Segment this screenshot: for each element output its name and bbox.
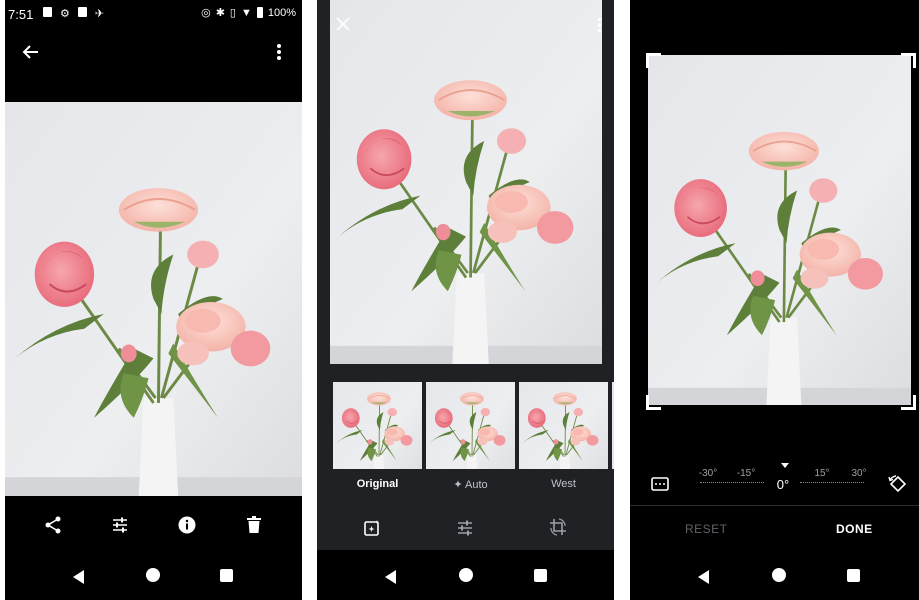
dial-current-angle: 0° — [776, 477, 790, 492]
filter-thumb-auto[interactable] — [426, 382, 515, 469]
close-button[interactable] — [333, 14, 353, 34]
photo[interactable] — [330, 0, 602, 364]
dial-tick-minus-30: -30° — [698, 468, 718, 479]
crop-handle-bottom-left[interactable] — [646, 395, 661, 410]
system-nav-bar — [317, 550, 614, 600]
edit-button[interactable] — [108, 513, 132, 537]
more-options-button[interactable] — [269, 40, 289, 64]
info-button[interactable] — [175, 513, 199, 537]
filter-thumb-original[interactable] — [333, 382, 422, 469]
battery-level: 100% — [267, 6, 296, 19]
editor-toolbar — [317, 500, 614, 550]
photo-viewer-screen: 7:51 ⚙ ✈ ◎ ✱ ▯ ▼ 100% — [5, 0, 302, 600]
sd-card-icon — [77, 7, 87, 17]
reset-button[interactable]: RESET — [685, 522, 728, 536]
adjust-tab[interactable] — [454, 517, 476, 539]
crop-handle-top-left[interactable] — [646, 53, 661, 68]
tune-icon — [458, 520, 472, 536]
dial-indicator — [781, 463, 789, 468]
nav-home-icon[interactable] — [459, 568, 473, 582]
system-nav-bar — [5, 550, 302, 600]
more-vert-icon — [277, 44, 281, 60]
share-icon — [45, 516, 61, 534]
crop-handle-top-right[interactable] — [901, 53, 916, 68]
filter-label-west: West — [551, 478, 576, 490]
done-button[interactable]: DONE — [836, 522, 873, 536]
crop-tab[interactable] — [546, 515, 570, 539]
back-arrow-icon — [22, 45, 38, 59]
back-button[interactable] — [19, 40, 43, 64]
delete-button[interactable] — [242, 513, 266, 537]
filter-thumb-partial[interactable] — [612, 382, 614, 469]
hotspot-icon: ◎ — [201, 7, 211, 19]
more-options-button[interactable] — [593, 14, 605, 36]
close-icon — [336, 17, 350, 31]
crop-area[interactable] — [648, 55, 911, 405]
filters-tab[interactable] — [361, 517, 383, 539]
dial-tick-30: 30° — [851, 468, 867, 479]
photo-editor-screen: Original ✦ Auto West — [317, 0, 614, 600]
crop-rotate-screen: -30° -15° 0° 15° 30° RESET DONE — [630, 0, 919, 600]
nav-home-icon[interactable] — [772, 568, 786, 582]
crop-rotate-icon — [550, 518, 566, 536]
airplane-icon: ✈ — [94, 8, 105, 20]
rotate-button[interactable] — [886, 472, 910, 496]
wifi-icon: ▼ — [240, 6, 252, 19]
dial-tick-minus-15: -15° — [736, 468, 756, 479]
nav-recents-icon[interactable] — [847, 569, 860, 582]
status-bar: 7:51 ⚙ ✈ ◎ ✱ ▯ ▼ 100% — [5, 0, 302, 28]
settings-notification-icon: ⚙ — [60, 8, 70, 20]
aspect-ratio-icon — [651, 477, 669, 491]
rotate-icon — [888, 475, 907, 493]
sparkle-icon: ✦ — [453, 479, 466, 491]
nav-back-icon[interactable] — [385, 570, 396, 584]
filter-thumb-west[interactable] — [519, 382, 608, 469]
gallery-notification-icon — [43, 7, 52, 17]
tune-icon — [113, 517, 127, 533]
nav-home-icon[interactable] — [146, 568, 160, 582]
delete-icon — [247, 516, 261, 533]
info-icon — [178, 516, 196, 534]
straighten-dial[interactable]: -30° -15° 0° 15° 30° — [696, 460, 874, 500]
nav-recents-icon[interactable] — [534, 569, 547, 582]
auto-enhance-icon — [364, 520, 379, 536]
battery-icon — [256, 7, 263, 18]
nav-back-icon[interactable] — [698, 570, 709, 584]
photo[interactable] — [5, 102, 302, 496]
system-nav-bar — [630, 550, 919, 600]
filter-label-auto: ✦ Auto — [453, 479, 488, 491]
bluetooth-icon: ✱ — [215, 7, 225, 19]
aspect-ratio-button[interactable] — [649, 473, 671, 495]
nav-back-icon[interactable] — [73, 570, 84, 584]
more-vert-icon — [597, 17, 601, 33]
share-button[interactable] — [41, 513, 65, 537]
dial-tick-15: 15° — [814, 468, 830, 479]
crop-handle-bottom-right[interactable] — [901, 395, 916, 410]
filter-label-original: Original — [356, 478, 399, 490]
nav-recents-icon[interactable] — [220, 569, 233, 582]
vibrate-icon: ▯ — [229, 7, 236, 19]
status-time: 7:51 — [8, 7, 34, 22]
